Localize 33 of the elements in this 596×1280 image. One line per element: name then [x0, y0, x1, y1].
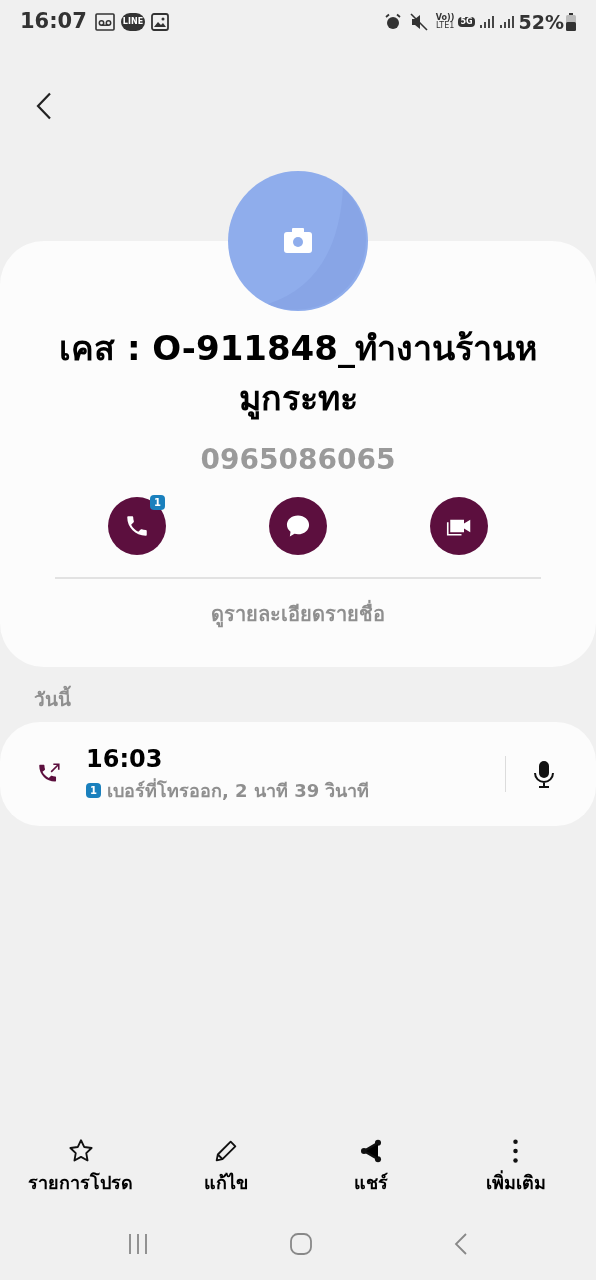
network-badge: 5G — [458, 17, 475, 27]
chat-app-badge: LINE — [120, 13, 146, 31]
signal-icon — [478, 14, 495, 30]
mute-icon — [409, 13, 428, 31]
section-header: วันนี้ — [34, 685, 596, 714]
home-icon[interactable] — [289, 1232, 313, 1256]
back-icon[interactable] — [36, 92, 52, 120]
sim-badge: 1 — [150, 495, 165, 510]
call-button[interactable]: 1 — [108, 497, 166, 555]
call-description: เบอร์ที่โทรออก, 2 นาที 39 วินาที — [106, 777, 370, 803]
voicemail-icon — [94, 13, 115, 31]
contact-name: เคส : O-911848_ทำงานร้านหมูกระทะ — [58, 327, 538, 422]
call-time: 16:03 — [86, 744, 164, 775]
sim-badge: 1 — [86, 783, 101, 798]
toolbar-button[interactable]: รายการโปรด — [15, 1137, 146, 1196]
battery-icon — [566, 13, 576, 31]
image-icon — [151, 13, 170, 31]
call-log-card[interactable]: 16:03 1 เบอร์ที่โทรออก, 2 นาที 39 วินาที — [0, 721, 596, 826]
recent-apps-icon[interactable] — [127, 1233, 149, 1255]
message-button[interactable] — [269, 497, 327, 555]
clock: 16:07 — [20, 8, 87, 36]
battery-percent: 52% — [518, 9, 564, 35]
volte-label: Vo)) — [435, 14, 455, 22]
phone-number: 0965086065 — [200, 442, 396, 478]
lte-label: LTE1 — [435, 22, 455, 30]
alarm-icon — [383, 13, 402, 31]
more-icon — [513, 1139, 518, 1163]
video-call-button[interactable] — [430, 497, 488, 555]
phone-icon — [124, 513, 150, 539]
signal-icon — [498, 14, 515, 30]
toolbar-button[interactable]: แชร์ — [305, 1137, 436, 1196]
toolbar-button[interactable]: แก้ไข — [160, 1137, 291, 1196]
toolbar-button[interactable]: เพิ่มเติม — [450, 1137, 581, 1196]
